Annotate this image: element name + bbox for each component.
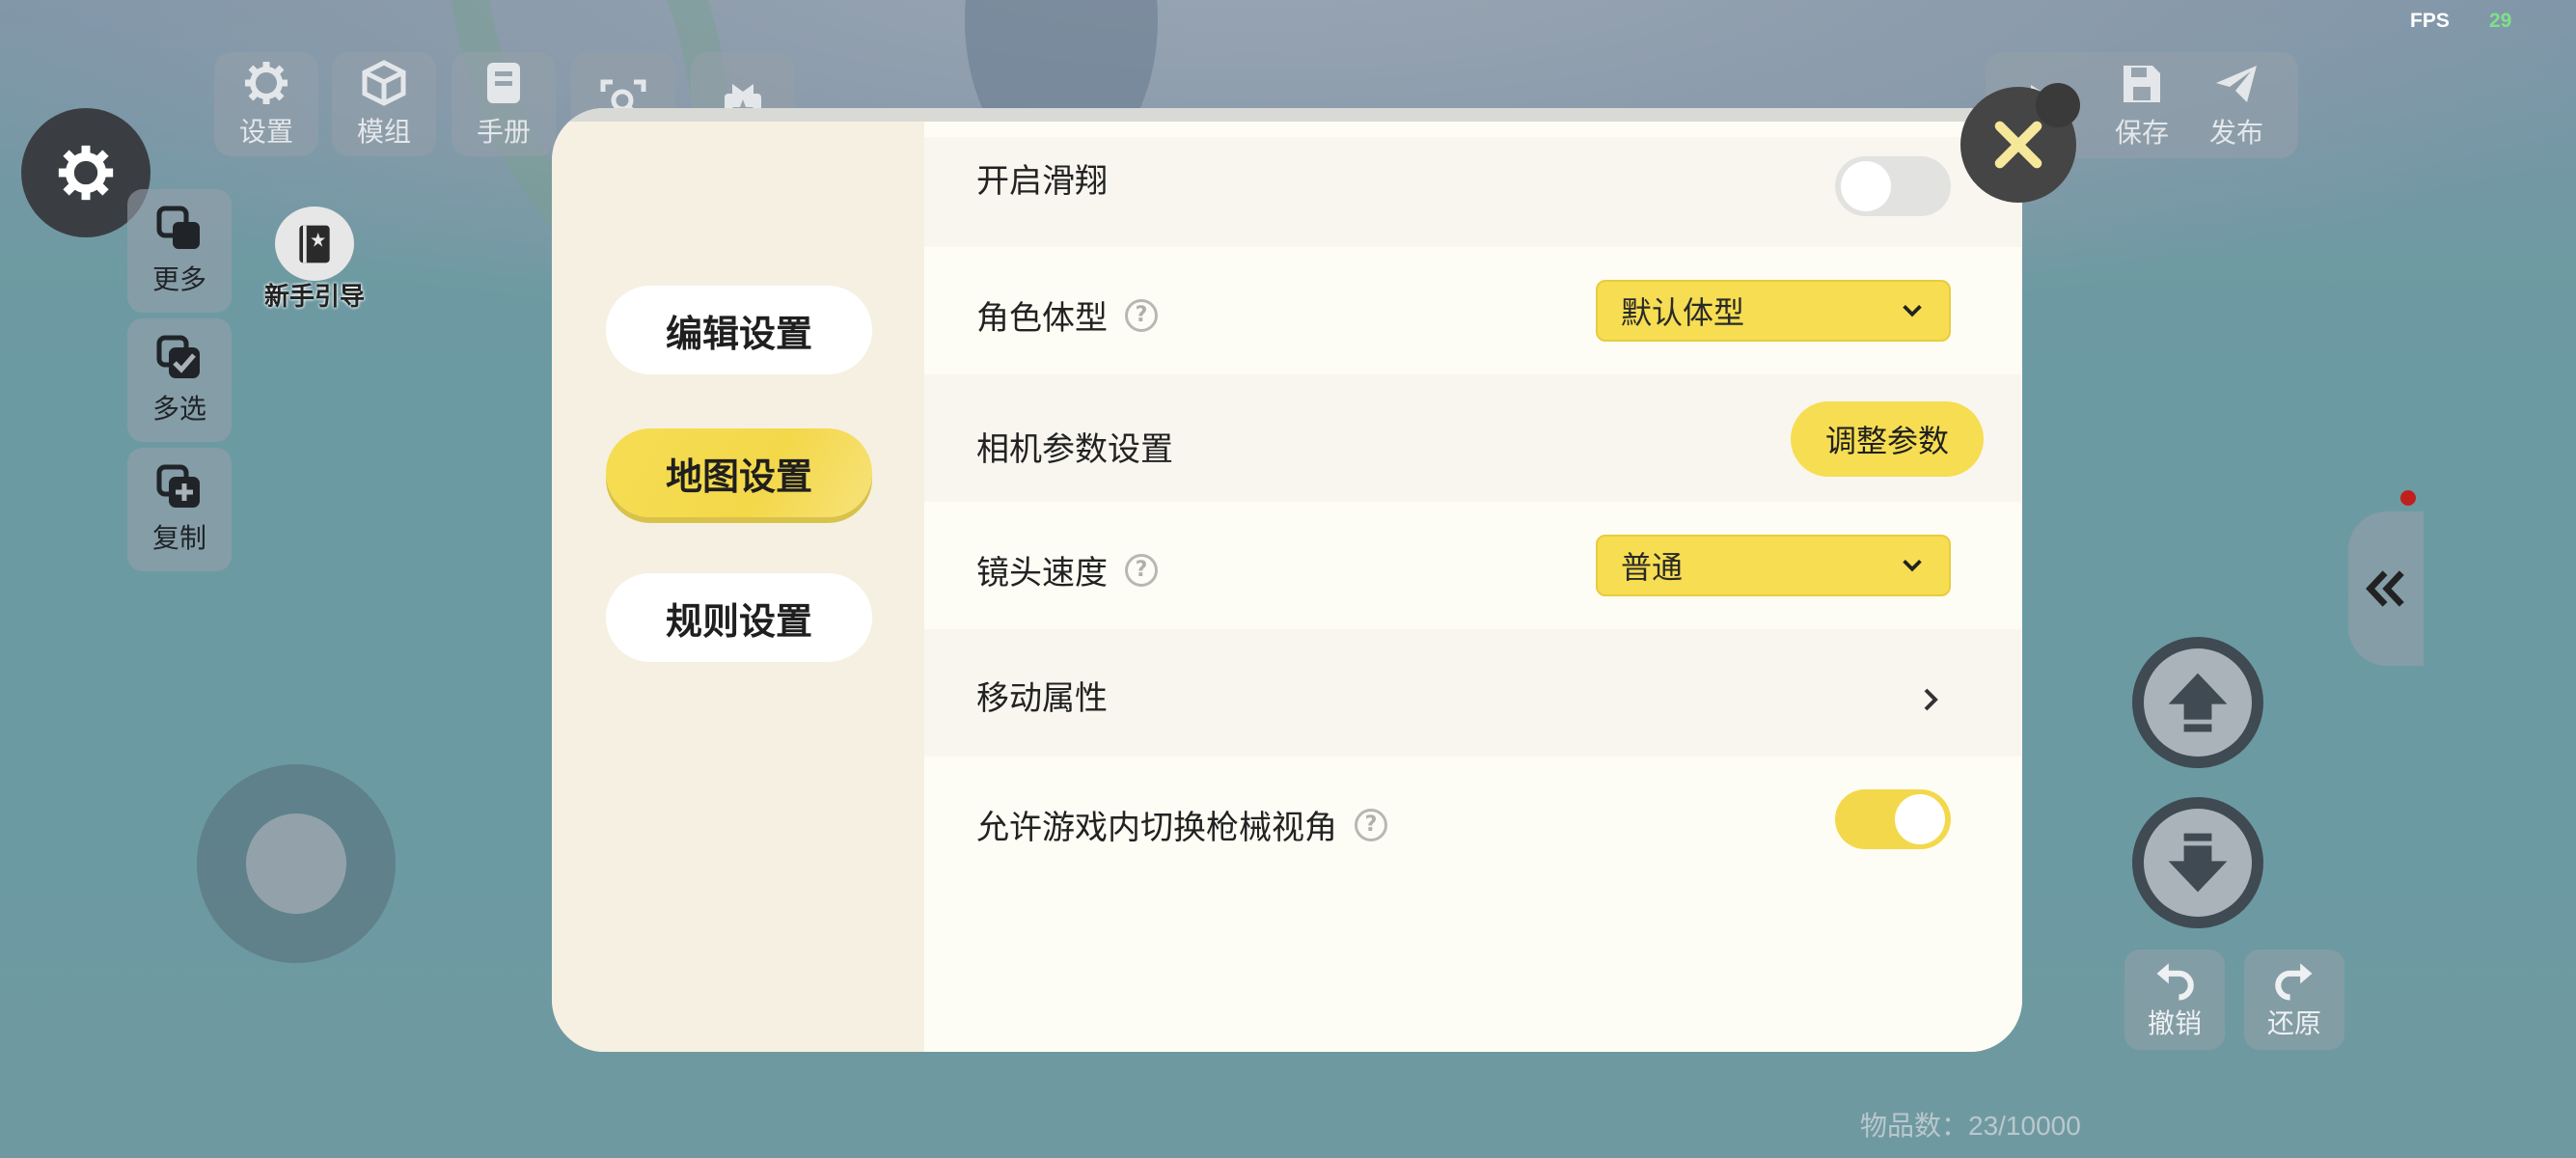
body-type-label: 角色体型 ?	[976, 291, 1158, 339]
undo-icon	[2156, 963, 2194, 1001]
glide-toggle[interactable]	[1835, 156, 1951, 216]
top-module-button[interactable]: 模组	[332, 52, 436, 156]
notification-dot	[2400, 490, 2416, 506]
setting-row-gun-view: 允许游戏内切换枪械视角 ?	[924, 757, 2022, 884]
cube-icon	[362, 60, 406, 106]
fps-label: FPS	[2410, 10, 2450, 32]
nav-edit-settings[interactable]: 编辑设置	[606, 286, 872, 374]
save-label: 保存	[2114, 117, 2169, 149]
top-module-label: 模组	[356, 116, 411, 148]
redo-icon	[2275, 963, 2313, 1001]
guide-label: 新手引导	[263, 283, 365, 312]
settings-content: 开启滑翔 角色体型 ? 默认体型 相机参数设置 调整参数 镜头速度 ? 普通 移…	[924, 122, 2022, 1052]
camera-label: 相机参数设置	[976, 430, 1173, 469]
save-button[interactable]: 保存	[2094, 52, 2190, 158]
item-count: 物品数：23/10000	[1860, 1111, 2081, 1141]
redo-label: 还原	[2266, 1007, 2321, 1039]
publish-label: 发布	[2208, 117, 2263, 149]
glide-label: 开启滑翔	[976, 162, 1108, 201]
multi-check-icon	[156, 335, 200, 378]
publish-button[interactable]: 发布	[2188, 52, 2285, 158]
close-icon	[1994, 121, 2042, 169]
modal-top-strip	[552, 108, 2022, 122]
more-label: 更多	[151, 263, 206, 295]
top-manual-label: 手册	[476, 116, 531, 148]
setting-row-body-type: 角色体型 ? 默认体型	[924, 247, 2022, 374]
fly-up-button[interactable]	[2132, 637, 2263, 768]
top-manual-button[interactable]: 手册	[452, 52, 556, 156]
save-icon	[2124, 66, 2160, 102]
lens-speed-dropdown[interactable]: 普通	[1596, 535, 1951, 596]
gear-icon	[245, 62, 288, 104]
setting-row-lens-speed: 镜头速度 ? 普通	[924, 502, 2022, 629]
redo-button[interactable]: 还原	[2244, 950, 2344, 1050]
undo-button[interactable]: 撤销	[2124, 950, 2225, 1050]
guide-book-icon	[299, 225, 330, 262]
arrow-up-icon	[2168, 673, 2228, 732]
gun-view-label: 允许游戏内切换枪械视角 ?	[976, 801, 1387, 848]
nav-map-settings[interactable]: 地图设置	[606, 428, 872, 517]
adjust-params-button[interactable]: 调整参数	[1791, 401, 1984, 477]
nav-rule-settings[interactable]: 规则设置	[606, 573, 872, 662]
undo-label: 撤销	[2147, 1007, 2202, 1039]
copy-button[interactable]: 复制	[127, 448, 232, 571]
settings-modal: 编辑设置 地图设置 规则设置 开启滑翔 角色体型 ? 默认体型 相机参数设置 调…	[552, 108, 2022, 1052]
multi-select-label: 多选	[151, 393, 206, 425]
help-icon[interactable]: ?	[1355, 808, 1387, 841]
guide-circle	[275, 207, 354, 281]
help-icon[interactable]: ?	[1125, 553, 1158, 587]
send-icon	[2216, 66, 2257, 102]
movement-joystick[interactable]	[197, 764, 396, 963]
layers-icon	[156, 206, 200, 249]
setting-row-move[interactable]: 移动属性	[924, 629, 2022, 757]
fps-value: 29	[2489, 10, 2512, 32]
body-type-value: 默认体型	[1621, 294, 1745, 331]
joystick-knob[interactable]	[246, 813, 346, 914]
double-chevron-left-icon	[2366, 570, 2404, 607]
lens-speed-label: 镜头速度 ?	[976, 546, 1158, 593]
setting-row-camera: 相机参数设置 调整参数	[924, 374, 2022, 502]
help-icon[interactable]: ?	[1125, 298, 1158, 332]
top-settings-label: 设置	[238, 116, 293, 148]
multi-select-button[interactable]: 多选	[127, 318, 232, 442]
gear-icon	[58, 145, 114, 201]
setting-row-glide: 开启滑翔	[924, 137, 2022, 247]
copy-label: 复制	[151, 522, 206, 554]
settings-nav: 编辑设置 地图设置 规则设置	[552, 122, 924, 1052]
chevron-down-icon	[1903, 305, 1922, 317]
copy-plus-icon	[156, 464, 200, 508]
fly-down-button[interactable]	[2132, 797, 2263, 928]
top-settings-button[interactable]: 设置	[214, 52, 318, 156]
body-type-dropdown[interactable]: 默认体型	[1596, 280, 1951, 342]
book-icon	[487, 63, 520, 103]
chevron-down-icon	[1903, 560, 1922, 572]
gun-view-toggle[interactable]	[1835, 789, 1951, 849]
collapse-panel-tab[interactable]	[2348, 511, 2424, 666]
newbie-guide-button[interactable]: 新手引导	[260, 207, 369, 313]
move-label: 移动属性	[976, 679, 1108, 718]
chevron-right-icon	[1924, 688, 1938, 711]
arrow-down-icon	[2168, 833, 2228, 893]
close-badge	[2036, 83, 2080, 127]
lens-speed-value: 普通	[1621, 549, 1684, 586]
more-button[interactable]: 更多	[127, 189, 232, 313]
